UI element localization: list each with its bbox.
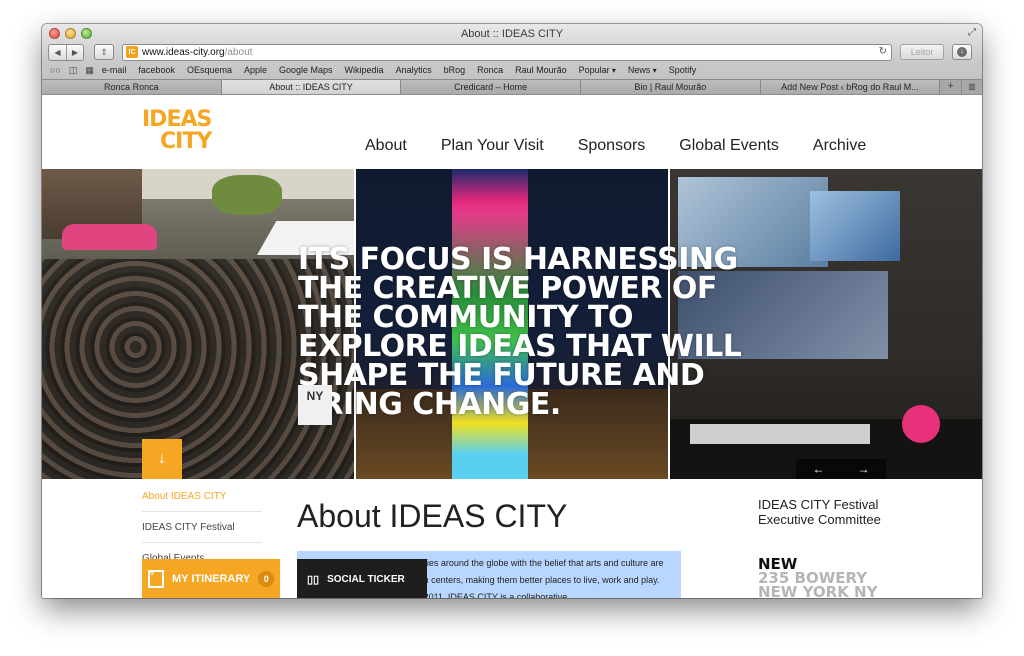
new-tab-icon[interactable]: + xyxy=(940,80,963,94)
hero-headline: Its focus is harnessing the creative pow… xyxy=(298,242,742,422)
address-bar[interactable]: IC www.ideas-city.org/about ↻ xyxy=(122,43,892,61)
bookmark-item[interactable]: facebook xyxy=(138,65,175,75)
slideshow-arrows: ← → xyxy=(796,459,886,479)
scroll-down-button[interactable]: ↓ xyxy=(142,439,182,479)
bookmark-item[interactable]: Raul Mourão xyxy=(515,65,567,75)
ticker-icon: ▯▯ xyxy=(307,573,320,586)
bookmark-item[interactable]: Apple xyxy=(244,65,267,75)
new-museum-address: NEW 235 BOWERY NEW YORK NY xyxy=(758,557,878,599)
toolbar: ◀ ▶ ⇧ IC www.ideas-city.org/about ↻ Leit… xyxy=(48,43,976,61)
bookmark-item[interactable]: Google Maps xyxy=(279,65,333,75)
itinerary-list-icon: ≡ xyxy=(148,570,164,588)
itinerary-label: MY ITINERARY xyxy=(172,573,251,585)
history-buttons: ◀ ▶ xyxy=(48,43,84,61)
reading-list-icon[interactable]: ○○ xyxy=(50,65,61,75)
tab-about-ideas-city[interactable]: About :: IDEAS CITY xyxy=(221,80,402,94)
tab-ronca-ronca[interactable]: Ronca Ronca xyxy=(42,80,222,94)
social-ticker-button[interactable]: ▯▯ SOCIAL TICKER xyxy=(297,559,427,598)
nav-sponsors[interactable]: Sponsors xyxy=(578,137,646,155)
site-favicon-icon: IC xyxy=(126,46,138,58)
prev-slide-icon[interactable]: ← xyxy=(813,462,825,476)
bookmarks-icon[interactable]: ◫ xyxy=(69,65,78,76)
url-host: www.ideas-city.org xyxy=(142,46,225,58)
itinerary-count-badge: 0 xyxy=(258,571,275,587)
tab-bar: Ronca Ronca About :: IDEAS CITY Credicar… xyxy=(42,79,982,94)
bookmark-folder-popular[interactable]: Popular xyxy=(579,65,616,75)
tab-overview-icon[interactable]: ▥ xyxy=(962,80,982,94)
reload-icon[interactable]: ↻ xyxy=(879,46,887,57)
browser-window: About :: IDEAS CITY ⤢ ◀ ▶ ⇧ IC www.ideas… xyxy=(42,24,982,598)
bookmark-folder-news[interactable]: News xyxy=(628,65,657,75)
reader-button[interactable]: Leitor xyxy=(900,44,944,60)
url-text[interactable]: www.ideas-city.org/about xyxy=(142,47,252,58)
back-icon[interactable]: ◀ xyxy=(49,45,66,60)
my-itinerary-button[interactable]: ≡ MY ITINERARY 0 xyxy=(142,559,280,598)
next-slide-icon[interactable]: → xyxy=(858,462,870,476)
page-title: About IDEAS CITY xyxy=(297,498,568,534)
downloads-button[interactable]: ↓ xyxy=(952,44,972,60)
download-icon: ↓ xyxy=(957,47,967,57)
site-logo[interactable]: IDEAS CITY xyxy=(142,109,212,154)
tab-credicard[interactable]: Credicard – Home xyxy=(401,80,581,94)
bookmark-item[interactable]: e-mail xyxy=(102,65,127,75)
bookmarks-bar: ○○ ◫ ▦ e-mail facebook OEsquema Apple Go… xyxy=(50,64,976,76)
ny-badge-icon: NY xyxy=(298,385,332,425)
tab-add-new-post[interactable]: Add New Post ‹ bRog do Raul M... xyxy=(760,80,941,94)
forward-icon[interactable]: ▶ xyxy=(66,44,83,60)
tab-bio-raul-mourao[interactable]: Bio | Raul Mourão xyxy=(580,80,761,94)
logo-line-2: CITY xyxy=(160,129,212,154)
hero-slideshow: Its focus is harnessing the creative pow… xyxy=(42,169,982,479)
address-city: NEW YORK NY xyxy=(758,583,878,599)
fullscreen-icon[interactable]: ⤢ xyxy=(968,27,976,38)
web-page: IDEAS CITY About Plan Your Visit Sponsor… xyxy=(42,95,982,598)
nav-plan-your-visit[interactable]: Plan Your Visit xyxy=(441,137,544,155)
main-nav: About Plan Your Visit Sponsors Global Ev… xyxy=(365,137,900,155)
bookmark-item[interactable]: Wikipedia xyxy=(345,65,384,75)
window-title: About :: IDEAS CITY xyxy=(460,28,564,40)
executive-committee-heading: IDEAS CITY Festival Executive Committee xyxy=(758,497,881,527)
bookmark-item[interactable]: Ronca xyxy=(477,65,503,75)
bookmark-item[interactable]: Analytics xyxy=(396,65,432,75)
nav-about[interactable]: About xyxy=(365,137,407,155)
bookmark-item[interactable]: bRog xyxy=(444,65,466,75)
nav-archive[interactable]: Archive xyxy=(813,137,866,155)
url-path: /about xyxy=(224,46,253,58)
sidenav-about-ideas-city[interactable]: About IDEAS CITY xyxy=(142,491,262,512)
ticker-label: SOCIAL TICKER xyxy=(327,573,405,585)
bookmark-item[interactable]: OEsquema xyxy=(187,65,232,75)
title-bar: About :: IDEAS CITY ⤢ ◀ ▶ ⇧ IC www.ideas… xyxy=(42,24,982,95)
top-sites-icon[interactable]: ▦ xyxy=(85,65,94,76)
share-icon[interactable]: ⇧ xyxy=(94,44,114,60)
sidenav-ideas-city-festival[interactable]: IDEAS CITY Festival xyxy=(142,522,262,543)
bookmark-item[interactable]: Spotify xyxy=(669,65,697,75)
nav-global-events[interactable]: Global Events xyxy=(679,137,779,155)
